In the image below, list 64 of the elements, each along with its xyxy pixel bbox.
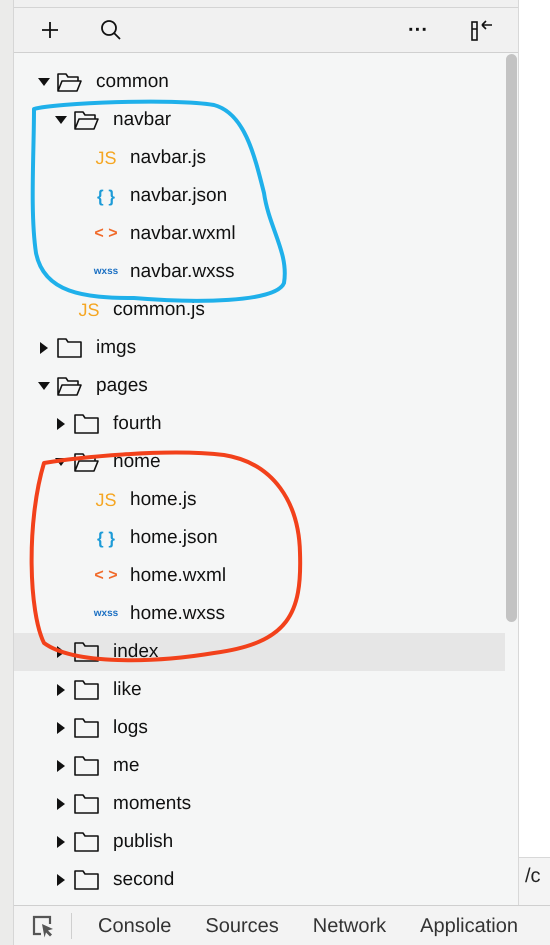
file-type-label: { } bbox=[97, 530, 115, 546]
open-folder-icon bbox=[56, 72, 82, 92]
caret-right-icon[interactable] bbox=[56, 722, 66, 734]
file-type-label: < > bbox=[94, 226, 118, 242]
caret-right-icon[interactable] bbox=[56, 418, 66, 430]
file-type-label: wxss bbox=[94, 609, 118, 619]
panel-text: /c bbox=[525, 866, 541, 886]
tree-item[interactable]: pages bbox=[14, 367, 505, 405]
folder-icon bbox=[74, 414, 98, 434]
folder-icon bbox=[74, 680, 98, 700]
panel-tab[interactable]: Console bbox=[98, 916, 172, 936]
file-type-label: JS bbox=[95, 491, 116, 509]
caret-right-icon[interactable] bbox=[56, 798, 66, 810]
collapse-panel-icon[interactable] bbox=[470, 18, 494, 42]
open-folder-icon bbox=[74, 452, 98, 472]
file-type-label: wxss bbox=[94, 267, 118, 277]
folder-icon bbox=[74, 642, 98, 662]
caret-right-icon[interactable] bbox=[56, 684, 66, 696]
caret-right-icon[interactable] bbox=[39, 342, 49, 354]
folder-icon bbox=[74, 870, 98, 890]
tree-item[interactable]: me bbox=[14, 747, 505, 785]
file-type-label: < > bbox=[94, 568, 118, 584]
caret-right-icon[interactable] bbox=[56, 836, 66, 848]
tree-item[interactable]: JS common.js bbox=[14, 291, 505, 329]
more-button[interactable]: ··· bbox=[408, 20, 428, 40]
add-icon[interactable] bbox=[41, 21, 59, 39]
open-folder-icon bbox=[74, 110, 98, 130]
tree-item[interactable]: wxss home.wxss bbox=[14, 595, 505, 633]
tree-item[interactable]: common bbox=[14, 63, 505, 101]
folder-icon bbox=[74, 718, 98, 738]
tree-item[interactable]: logs bbox=[14, 709, 505, 747]
file-type-label: JS bbox=[95, 149, 116, 167]
file-type-label: JS bbox=[78, 301, 100, 319]
folder-icon bbox=[56, 338, 82, 358]
scrollbar-thumb[interactable] bbox=[506, 54, 517, 622]
tree-item[interactable]: imgs bbox=[14, 329, 505, 367]
inspect-element-icon[interactable] bbox=[31, 914, 55, 938]
caret-down-icon[interactable] bbox=[38, 77, 50, 87]
folder-icon bbox=[74, 794, 98, 814]
tree-item[interactable]: JS navbar.js bbox=[14, 139, 505, 177]
tree-item[interactable]: publish bbox=[14, 823, 505, 861]
panel-tab[interactable]: Application bbox=[420, 916, 518, 936]
panel-tab[interactable]: Sources bbox=[205, 916, 279, 936]
tree-item[interactable]: fourth bbox=[14, 405, 505, 443]
tree-item[interactable]: wxss navbar.wxss bbox=[14, 253, 505, 291]
folder-icon bbox=[74, 756, 98, 776]
caret-right-icon[interactable] bbox=[56, 874, 66, 886]
tree-item[interactable]: second bbox=[14, 861, 505, 899]
caret-down-icon[interactable] bbox=[55, 115, 67, 125]
file-type-label: { } bbox=[97, 188, 115, 204]
tree-item[interactable]: like bbox=[14, 671, 505, 709]
tree-item[interactable]: navbar bbox=[14, 101, 505, 139]
caret-right-icon[interactable] bbox=[56, 760, 66, 772]
tree-item[interactable]: { } navbar.json bbox=[14, 177, 505, 215]
search-icon[interactable] bbox=[100, 19, 122, 41]
tree-item[interactable]: < > navbar.wxml bbox=[14, 215, 505, 253]
tree-item[interactable]: JS home.js bbox=[14, 481, 505, 519]
caret-down-icon[interactable] bbox=[38, 381, 50, 391]
tree-item[interactable]: < > home.wxml bbox=[14, 557, 505, 595]
open-folder-icon bbox=[56, 376, 82, 396]
panel-tab[interactable]: Network bbox=[312, 916, 386, 936]
folder-icon bbox=[74, 832, 98, 852]
tree-item[interactable]: { } home.json bbox=[14, 519, 505, 557]
tree-item[interactable]: moments bbox=[14, 785, 505, 823]
